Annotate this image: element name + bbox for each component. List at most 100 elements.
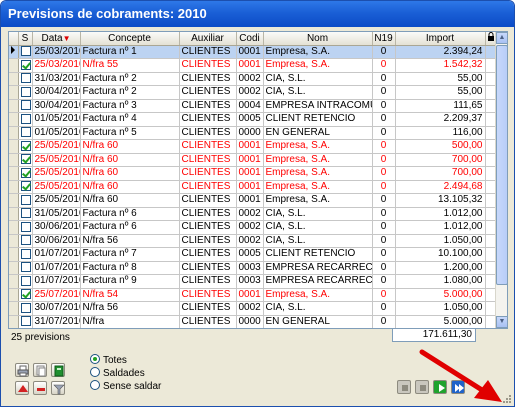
row-check-cell[interactable]	[18, 193, 33, 208]
radio-saldades[interactable]: Saldades	[90, 367, 161, 380]
header-import[interactable]: Import	[395, 32, 486, 46]
table-row[interactable]: 25/05/2010 N/fra 60 CLIENTES 0001 Empresa, S…	[9, 139, 498, 154]
header-nom[interactable]: Nom	[263, 32, 373, 46]
row-check-cell[interactable]	[18, 166, 33, 181]
table-row[interactable]: 30/07/2010 N/fra 56 CLIENTES 0002 CIA, S.L. 0…	[9, 301, 498, 316]
radio-totes[interactable]: Totes	[90, 354, 161, 367]
cell-name: Empresa, S.A.	[263, 45, 373, 59]
nav-first-button[interactable]	[397, 380, 411, 394]
row-check-cell[interactable]	[18, 288, 33, 302]
table-row[interactable]: 30/04/2010 Factura nº 3 CLIENTES 0004 EMPRES…	[9, 99, 498, 113]
cell-date: 30/04/2010	[32, 99, 81, 113]
header-codi[interactable]: Codi	[236, 32, 264, 46]
cell-date: 30/04/2010	[32, 85, 81, 100]
cell-amount: 2.494,68	[395, 180, 486, 194]
row-check-cell[interactable]	[18, 180, 33, 194]
table-row[interactable]: 25/05/2010 N/fra 60 CLIENTES 0001 Empresa, S…	[9, 180, 498, 194]
table-row[interactable]: 25/05/2010 N/fra 60 CLIENTES 0001 Empresa, S…	[9, 193, 498, 208]
table-row[interactable]: 31/07/2010 N/fra CLIENTES 0000 EN GENERAL 0 5.…	[9, 315, 498, 328]
header-data[interactable]: Data▼	[32, 32, 81, 46]
row-checkbox[interactable]	[20, 140, 31, 151]
resize-grip-icon[interactable]	[502, 394, 512, 404]
row-checkbox[interactable]	[20, 275, 31, 286]
row-check-cell[interactable]	[18, 247, 33, 262]
table-row[interactable]: 25/07/2010 N/fra 54 CLIENTES 0001 Empresa, S…	[9, 288, 498, 302]
row-indicator	[9, 301, 19, 316]
previsions-grid[interactable]: S Data▼ Concepte Auxiliar Codi Nom N19 I…	[8, 31, 508, 329]
table-row[interactable]: 31/05/2010 Factura nº 6 CLIENTES 0002 CIA, S…	[9, 207, 498, 221]
row-check-cell[interactable]	[18, 153, 33, 167]
vertical-scrollbar[interactable]: ▲ ▼	[495, 32, 507, 328]
row-check-cell[interactable]	[18, 301, 33, 316]
row-checkbox[interactable]	[20, 59, 31, 70]
table-row[interactable]: 25/03/2010 Factura nº 1 CLIENTES 0001 Empres…	[9, 45, 498, 59]
cell-amount: 111,65	[395, 99, 486, 113]
row-checkbox[interactable]	[20, 316, 31, 327]
row-check-cell[interactable]	[18, 99, 33, 113]
table-row[interactable]: 01/07/2010 Factura nº 8 CLIENTES 0003 EMPRES…	[9, 261, 498, 275]
row-check-cell[interactable]	[18, 85, 33, 100]
row-checkbox[interactable]	[20, 262, 31, 273]
row-check-cell[interactable]	[18, 139, 33, 154]
filter-button[interactable]	[51, 381, 65, 395]
row-checkbox[interactable]	[20, 46, 31, 57]
row-check-cell[interactable]	[18, 45, 33, 59]
table-row[interactable]: 30/06/2010 Factura nº 6 CLIENTES 0002 CIA, S…	[9, 220, 498, 235]
add-button[interactable]	[15, 381, 29, 395]
scroll-up-icon[interactable]: ▲	[496, 32, 507, 44]
row-checkbox[interactable]	[20, 181, 31, 192]
row-check-cell[interactable]	[18, 126, 33, 140]
cell-amount: 1.542,32	[395, 58, 486, 73]
header-auxiliar[interactable]: Auxiliar	[179, 32, 237, 46]
row-checkbox[interactable]	[20, 86, 31, 97]
row-check-cell[interactable]	[18, 274, 33, 289]
table-row[interactable]: 30/04/2010 Factura nº 2 CLIENTES 0002 CIA, S…	[9, 85, 498, 100]
table-row[interactable]: 31/03/2010 Factura nº 2 CLIENTES 0002 CIA, S…	[9, 72, 498, 86]
radio-sense-saldar[interactable]: Sense saldar	[90, 380, 161, 393]
table-row[interactable]: 30/06/2010 N/fra 56 CLIENTES 0002 CIA, S.L. 0…	[9, 234, 498, 248]
scroll-down-icon[interactable]: ▼	[496, 316, 507, 328]
row-check-cell[interactable]	[18, 72, 33, 86]
row-check-cell[interactable]	[18, 58, 33, 73]
row-checkbox[interactable]	[20, 167, 31, 178]
row-checkbox[interactable]	[20, 73, 31, 84]
row-indicator	[9, 315, 19, 328]
scroll-thumb[interactable]	[496, 45, 507, 285]
row-checkbox[interactable]	[20, 221, 31, 232]
copy-button[interactable]	[33, 363, 47, 377]
table-row[interactable]: 25/05/2010 N/fra 60 CLIENTES 0001 Empresa, S…	[9, 153, 498, 167]
row-checkbox[interactable]	[20, 154, 31, 165]
cell-concept: N/fra 54	[80, 288, 180, 302]
cell-n19: 0	[372, 180, 396, 194]
row-check-cell[interactable]	[18, 207, 33, 221]
header-concepte[interactable]: Concepte	[80, 32, 180, 46]
row-checkbox[interactable]	[20, 302, 31, 313]
row-checkbox[interactable]	[20, 194, 31, 205]
table-row[interactable]: 01/07/2010 Factura nº 7 CLIENTES 0005 CLIENT…	[9, 247, 498, 262]
cell-aux: CLIENTES	[179, 180, 237, 194]
row-checkbox[interactable]	[20, 235, 31, 246]
remove-button[interactable]	[33, 381, 47, 395]
table-row[interactable]: 01/05/2010 Factura nº 4 CLIENTES 0005 CLIENT…	[9, 112, 498, 127]
row-check-cell[interactable]	[18, 220, 33, 235]
table-row[interactable]: 25/05/2010 N/fra 60 CLIENTES 0001 Empresa, S…	[9, 166, 498, 181]
row-check-cell[interactable]	[18, 261, 33, 275]
cell-date: 01/05/2010	[32, 126, 81, 140]
row-checkbox[interactable]	[20, 248, 31, 259]
header-s[interactable]: S	[18, 32, 33, 46]
print-button[interactable]	[15, 363, 29, 377]
table-row[interactable]: 01/05/2010 Factura nº 5 CLIENTES 0000 EN GEN…	[9, 126, 498, 140]
row-check-cell[interactable]	[18, 234, 33, 248]
cell-n19: 0	[372, 220, 396, 235]
row-check-cell[interactable]	[18, 112, 33, 127]
row-checkbox[interactable]	[20, 289, 31, 300]
header-n19[interactable]: N19	[372, 32, 396, 46]
row-checkbox[interactable]	[20, 208, 31, 219]
book-button[interactable]	[51, 363, 65, 377]
row-check-cell[interactable]	[18, 315, 33, 328]
row-checkbox[interactable]	[20, 113, 31, 124]
table-row[interactable]: 25/03/2010 N/fra 55 CLIENTES 0001 Empresa, S…	[9, 58, 498, 73]
row-checkbox[interactable]	[20, 100, 31, 111]
row-checkbox[interactable]	[20, 127, 31, 138]
table-row[interactable]: 01/07/2010 Factura nº 9 CLIENTES 0003 EMPRES…	[9, 274, 498, 289]
